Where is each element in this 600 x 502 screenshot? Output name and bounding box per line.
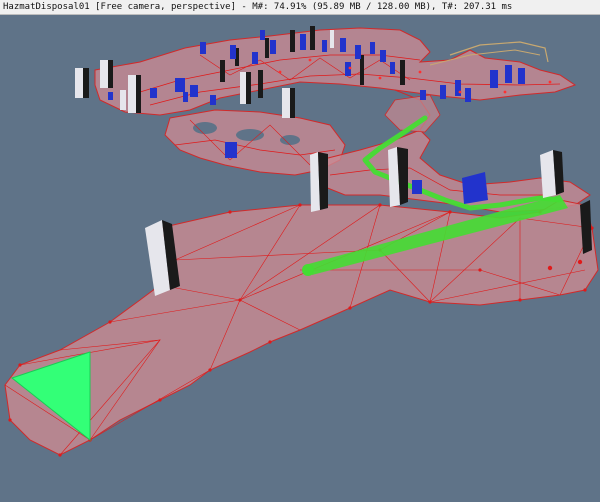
- 3d-viewport[interactable]: [0, 15, 600, 502]
- scene-canvas[interactable]: [0, 15, 600, 502]
- title-bar[interactable]: HazmatDisposal01 [Free camera, perspecti…: [0, 0, 600, 15]
- window-title: HazmatDisposal01 [Free camera, perspecti…: [3, 2, 513, 12]
- app-window: HazmatDisposal01 [Free camera, perspecti…: [0, 0, 600, 502]
